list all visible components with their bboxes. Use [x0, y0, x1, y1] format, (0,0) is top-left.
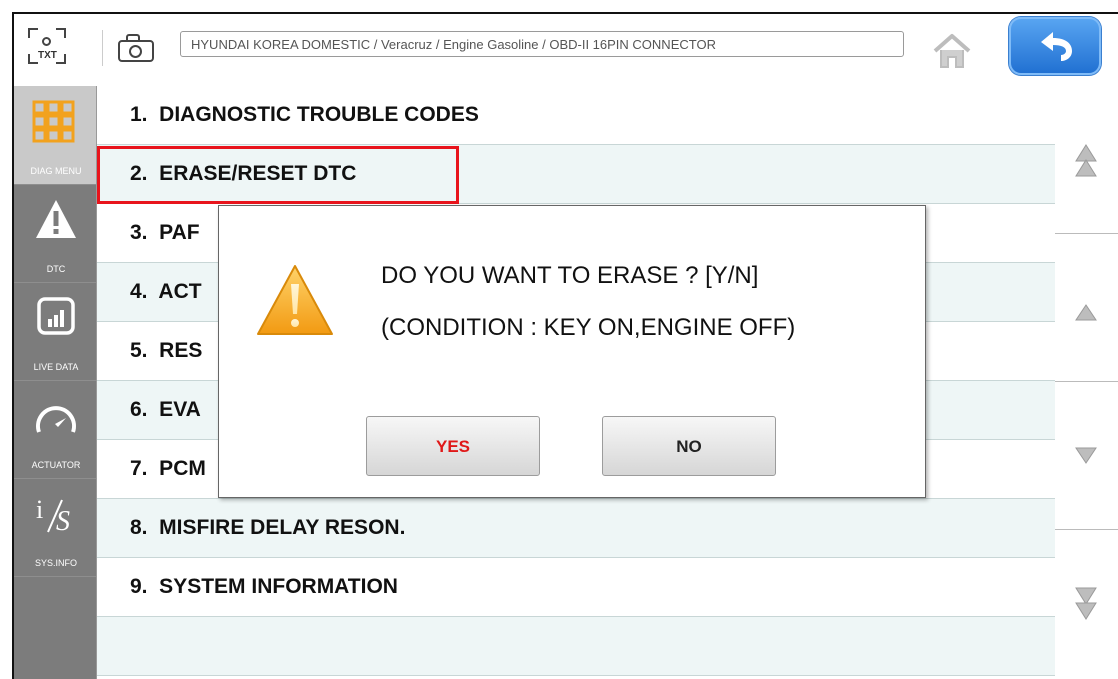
- sidebar-item-diag-menu[interactable]: DIAG MENU: [14, 86, 98, 185]
- svg-text:i: i: [36, 495, 43, 524]
- down-icon: [1075, 447, 1097, 464]
- dialog-message-line1: DO YOU WANT TO ERASE ? [Y/N]: [381, 262, 759, 289]
- svg-text:S: S: [56, 506, 70, 534]
- back-arrow-icon: [1041, 32, 1072, 61]
- page-up-button[interactable]: [1055, 86, 1118, 234]
- sidebar: DIAG MENU DTC LIVE DATA ACTUATOR i S SYS…: [12, 86, 98, 679]
- page-down-button[interactable]: [1055, 530, 1118, 678]
- sidebar-item-live-data[interactable]: LIVE DATA: [14, 282, 98, 381]
- back-button[interactable]: [1009, 17, 1101, 75]
- sidebar-item-label: LIVE DATA: [33, 362, 79, 372]
- txt-label: TXT: [38, 50, 57, 61]
- app-window: TXT HYUNDAI KOREA DOMESTIC / Veracruz / …: [0, 0, 1118, 679]
- warning-triangle-icon: [257, 265, 333, 335]
- sidebar-item-dtc[interactable]: DTC: [14, 184, 98, 283]
- vehicle-path-breadcrumb: HYUNDAI KOREA DOMESTIC / Veracruz / Engi…: [180, 31, 904, 57]
- double-down-icon: [1075, 587, 1097, 620]
- toolbar-divider: [102, 30, 103, 66]
- menu-item-1[interactable]: 1. DIAGNOSTIC TROUBLE CODES: [97, 86, 1055, 145]
- camera-icon[interactable]: [118, 34, 156, 62]
- sidebar-item-sys-info[interactable]: i S SYS.INFO: [14, 478, 98, 577]
- top-bar: TXT HYUNDAI KOREA DOMESTIC / Veracruz / …: [12, 12, 1118, 86]
- scroll-controls: [1055, 86, 1118, 679]
- menu-item-8[interactable]: 8. MISFIRE DELAY RESON.: [97, 499, 1055, 558]
- screen-capture-txt-icon[interactable]: TXT: [28, 28, 66, 64]
- sidebar-item-label: ACTUATOR: [31, 460, 81, 470]
- sidebar-item-label: DTC: [46, 264, 66, 274]
- grid-icon: [32, 100, 75, 143]
- sidebar-item-label: SYS.INFO: [34, 558, 77, 568]
- no-button[interactable]: NO: [602, 416, 776, 476]
- selection-highlight-box: [97, 146, 459, 204]
- gauge-icon: [36, 406, 76, 433]
- erase-confirm-dialog: DO YOU WANT TO ERASE ? [Y/N] (CONDITION …: [218, 205, 926, 498]
- info-icon: i S: [36, 495, 70, 534]
- scroll-down-button[interactable]: [1055, 382, 1118, 530]
- menu-item-9[interactable]: 9. SYSTEM INFORMATION: [97, 558, 1055, 617]
- double-up-icon: [1075, 144, 1097, 177]
- dialog-message-line2: (CONDITION : KEY ON,ENGINE OFF): [381, 314, 796, 341]
- scroll-up-button[interactable]: [1055, 234, 1118, 382]
- sidebar-item-actuator[interactable]: ACTUATOR: [14, 380, 98, 479]
- yes-button[interactable]: YES: [366, 416, 540, 476]
- warning-icon: [36, 200, 76, 238]
- home-icon[interactable]: [932, 32, 972, 70]
- sidebar-item-label: DIAG MENU: [30, 166, 82, 176]
- menu-item-empty: [97, 617, 1055, 676]
- bar-chart-icon: [37, 297, 75, 335]
- up-icon: [1075, 304, 1097, 321]
